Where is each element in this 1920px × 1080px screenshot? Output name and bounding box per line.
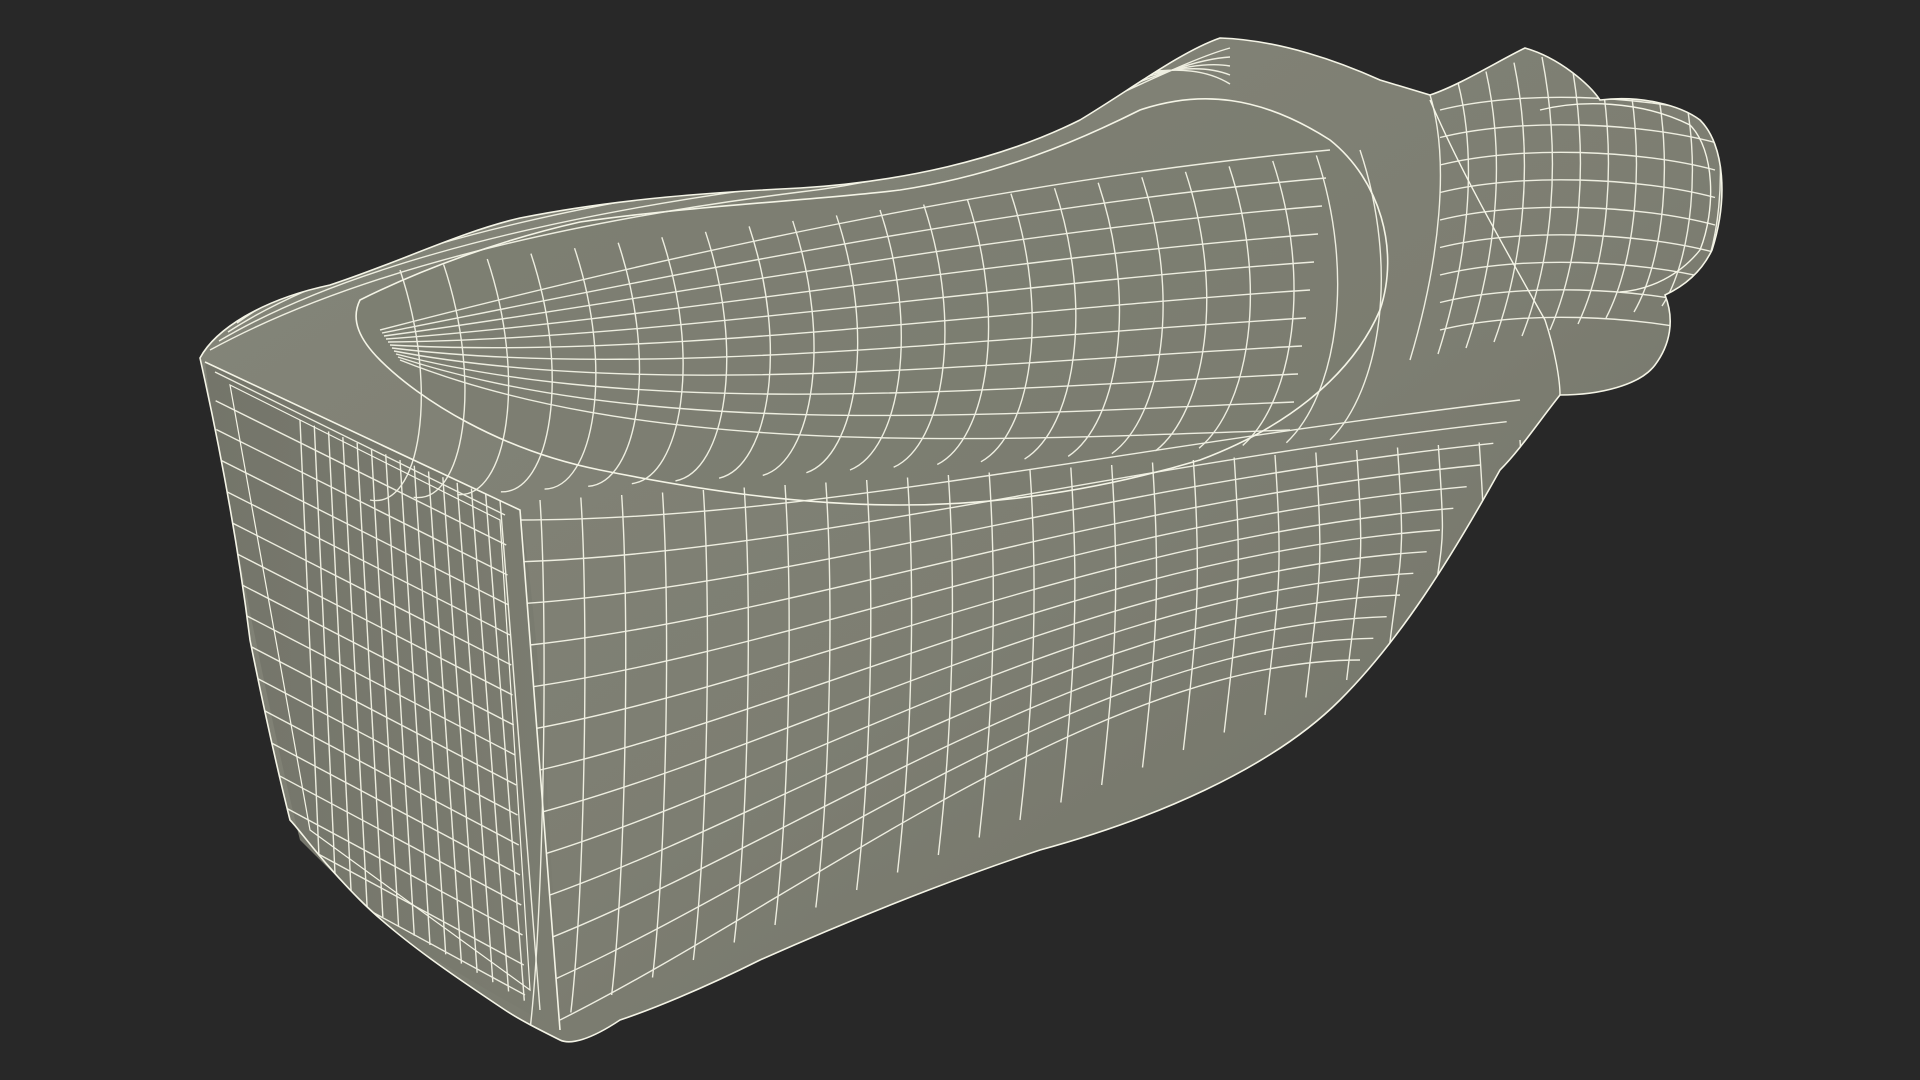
wire-cross (1509, 439, 1525, 611)
render-viewport[interactable] (0, 0, 1920, 1080)
wireframe-model (199, 37, 1723, 1043)
